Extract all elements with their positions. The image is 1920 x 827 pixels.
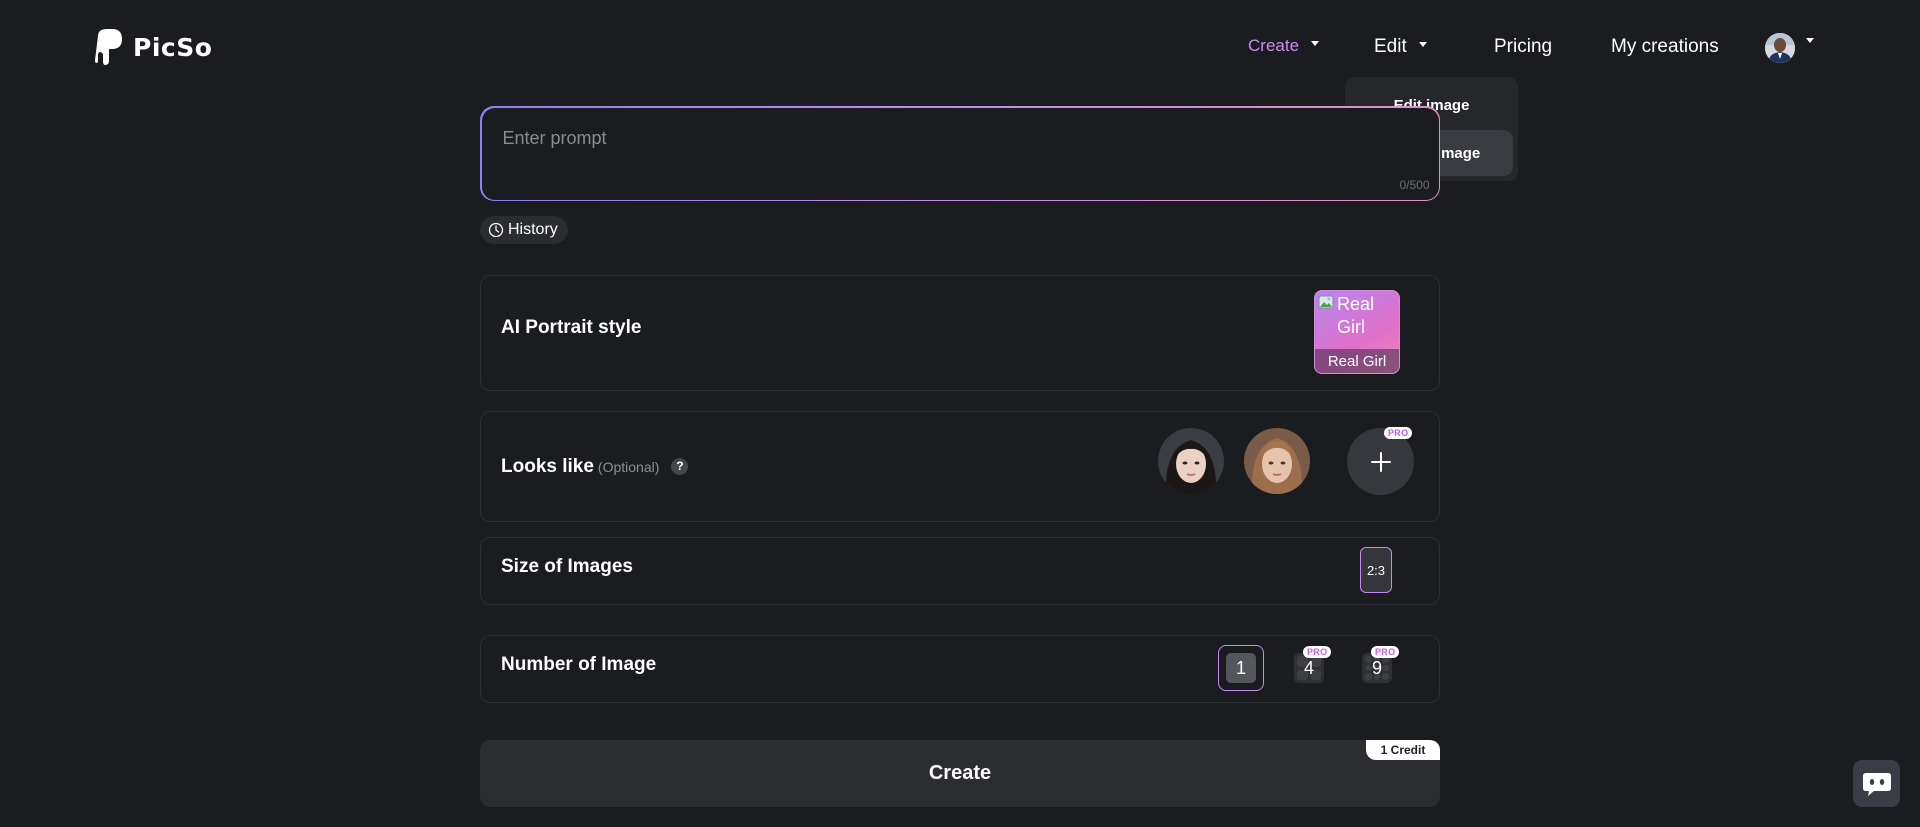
clock-icon xyxy=(488,222,504,238)
prompt-input[interactable] xyxy=(500,125,1385,180)
pro-badge: PRO xyxy=(1303,646,1332,658)
blonde-woman-face-icon xyxy=(1244,428,1310,494)
looks-like-label: Looks like xyxy=(501,456,594,477)
chatbot-icon xyxy=(1862,772,1891,796)
nav-my-creations-label: My creations xyxy=(1611,36,1719,57)
help-icon[interactable]: ? xyxy=(671,457,689,475)
create-button[interactable]: Create 1 Credit xyxy=(480,740,1440,807)
credit-badge: 1 Credit xyxy=(1366,740,1440,760)
prompt-inner: 0/500 xyxy=(481,107,1439,200)
number-title: Number of Image xyxy=(501,654,657,675)
history-label: History xyxy=(508,221,558,238)
nav-edit[interactable]: Edit xyxy=(1374,36,1427,58)
pro-badge: PRO xyxy=(1384,427,1413,439)
style-thumb-caption: Real Girl xyxy=(1315,349,1399,373)
nav-pricing[interactable]: Pricing xyxy=(1494,36,1552,58)
face-option-1[interactable] xyxy=(1158,428,1224,494)
char-counter: 0/500 xyxy=(1399,177,1430,192)
chevron-down-icon xyxy=(1311,40,1320,46)
plus-icon xyxy=(1370,451,1391,472)
avatar-chevron-down-icon[interactable] xyxy=(1806,38,1814,43)
count-label: 1 xyxy=(1235,657,1246,678)
nav-create-label: Create xyxy=(1248,36,1300,55)
count-option-1[interactable]: 1 xyxy=(1218,645,1264,691)
count-label: 4 xyxy=(1303,657,1314,678)
nav-edit-label: Edit xyxy=(1374,36,1407,57)
brand-logo[interactable]: PicSo xyxy=(95,28,212,66)
nav-my-creations[interactable]: My creations xyxy=(1611,36,1719,58)
pro-badge: PRO xyxy=(1371,646,1400,658)
chat-support-button[interactable] xyxy=(1853,760,1900,807)
count-tile: 1 xyxy=(1226,653,1256,683)
count-label: 9 xyxy=(1371,657,1382,678)
asian-woman-face-icon xyxy=(1158,428,1224,494)
number-card: Number of Image 1 4 PRO 9 PRO xyxy=(480,635,1440,703)
portrait-style-title: AI Portrait style xyxy=(501,317,642,338)
portrait-style-card: AI Portrait style Real Girl Real Girl xyxy=(480,275,1440,391)
style-option-real-girl[interactable]: Real Girl Real Girl xyxy=(1314,290,1400,374)
ratio-option-2-3[interactable]: 2:3 xyxy=(1360,547,1392,593)
history-button[interactable]: History xyxy=(480,216,568,244)
brand-name: PicSo xyxy=(133,32,213,62)
user-avatar[interactable] xyxy=(1765,33,1795,63)
nav-create[interactable]: Create xyxy=(1248,36,1320,56)
face-option-2[interactable] xyxy=(1244,428,1310,494)
picso-logo-icon xyxy=(95,29,122,65)
prompt-box: 0/500 xyxy=(480,106,1440,201)
looks-like-title: Looks like (Optional)? xyxy=(501,456,689,478)
optional-label: (Optional) xyxy=(597,459,660,475)
nav-pricing-label: Pricing xyxy=(1494,36,1553,57)
create-button-label: Create xyxy=(928,762,992,784)
looks-like-card: Looks like (Optional)? PRO xyxy=(480,411,1440,522)
user-photo-icon xyxy=(1765,33,1795,63)
style-thumb-alt-text: Real Girl xyxy=(1337,294,1375,338)
size-card: Size of Images 2:3 xyxy=(480,537,1440,605)
size-title: Size of Images xyxy=(501,556,633,577)
chevron-down-icon xyxy=(1418,41,1427,47)
